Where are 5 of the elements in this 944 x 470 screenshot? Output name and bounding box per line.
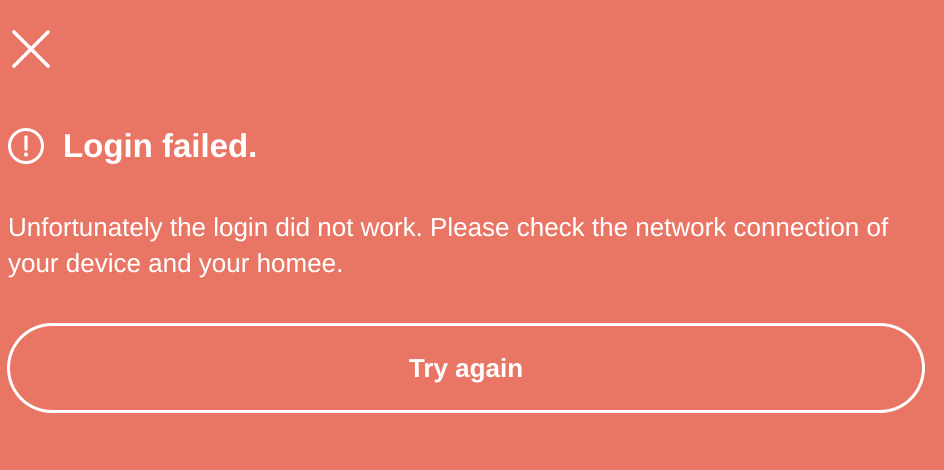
try-again-button[interactable]: Try again <box>7 323 925 413</box>
close-icon[interactable] <box>12 30 50 68</box>
error-message: Unfortunately the login did not work. Please check the network connection of your device and your homee. <box>8 211 890 280</box>
alert-icon <box>8 128 44 164</box>
dialog-title: Login failed. <box>63 127 258 165</box>
